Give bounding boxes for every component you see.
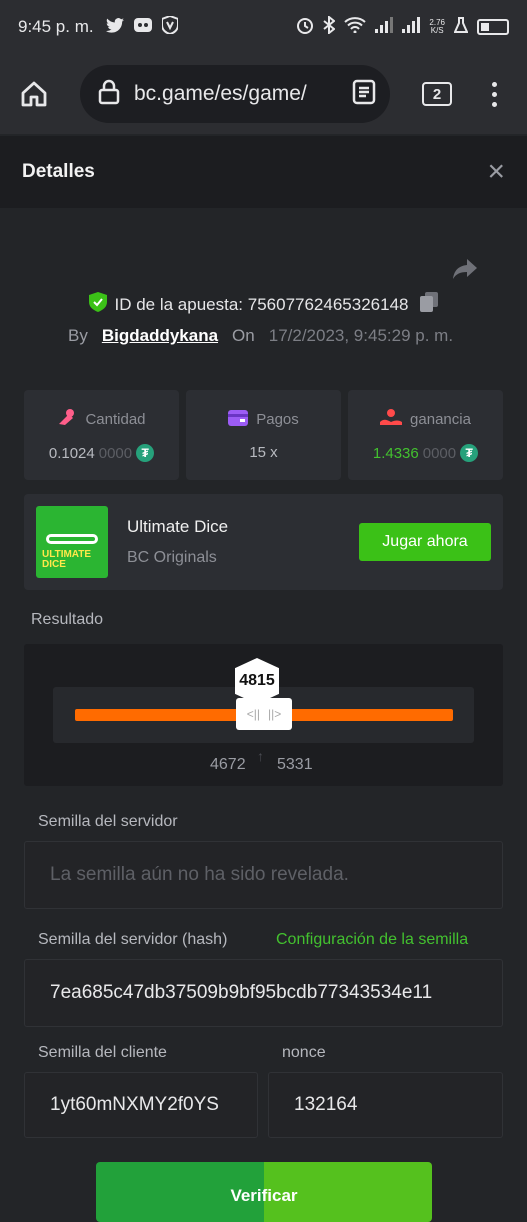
client-seed-field[interactable]: 1yt60mNXMY2f0YS <box>24 1072 258 1138</box>
nonce-label: nonce <box>282 1044 326 1061</box>
alarm-icon <box>296 16 314 38</box>
game-name: Ultimate Dice <box>127 517 229 536</box>
bet-id-row: ID de la apuesta: 75607762465326148 <box>0 292 527 317</box>
thumbnail-title: ULTIMATE DICE <box>42 549 92 570</box>
range-low: 4672 <box>210 756 246 773</box>
verified-shield-icon <box>88 292 107 317</box>
stat-amount: Cantidad 0.1024 0000 ₮ <box>24 390 179 480</box>
stat-amount-value: 0.1024 <box>48 444 95 462</box>
slider-handle-icon: <|| <box>246 707 260 721</box>
range-marker-icon: ↑ <box>257 748 264 764</box>
net-speed-unit: K/S <box>430 26 444 35</box>
stat-amount-value-dim: 0000 <box>98 444 133 462</box>
client-seed-label: Semilla del cliente <box>38 1044 167 1061</box>
stat-amount-label: Cantidad <box>85 410 146 428</box>
wallet-icon <box>228 409 249 430</box>
slider-handle-icon: ||> <box>268 707 282 721</box>
signal-icon <box>375 17 394 37</box>
result-label: Resultado <box>31 611 104 628</box>
by-label: By <box>68 326 88 345</box>
stat-payout: Pagos 15 x <box>186 390 341 480</box>
stat-profit: ganancia 1.4336 0000 ₮ <box>348 390 503 480</box>
close-button[interactable]: × <box>487 157 505 187</box>
status-bar: 9:45 p. m. 2.76 K/S <box>0 0 527 54</box>
play-now-button[interactable]: Jugar ahora <box>359 523 491 561</box>
stat-payout-value: 15 x <box>249 443 278 461</box>
username-link[interactable]: Bigdaddykana <box>102 326 218 346</box>
profit-icon <box>380 408 403 430</box>
battery-icon <box>477 19 509 35</box>
tether-icon: ₮ <box>136 444 155 462</box>
wifi-icon <box>344 17 367 37</box>
tether-icon: ₮ <box>460 444 479 462</box>
verify-button[interactable]: Verificar <box>96 1162 432 1222</box>
home-icon <box>21 81 47 107</box>
result-panel: 4815 <|| ||> ↑ 4672 5331 <box>24 644 503 786</box>
url-bar[interactable]: bc.game/es/game/ <box>80 65 390 123</box>
reader-mode-icon[interactable] <box>352 79 376 110</box>
lock-icon <box>98 79 120 110</box>
browser-menu-button[interactable] <box>492 81 497 107</box>
on-label: On <box>232 326 255 345</box>
share-icon[interactable] <box>452 258 478 285</box>
slider-thumb: <|| ||> <box>236 698 292 730</box>
bet-date: 17/2/2023, 9:45:29 p. m. <box>268 326 454 345</box>
bet-stats: Cantidad 0.1024 0000 ₮ Pagos 15 x gananci… <box>24 390 503 480</box>
stat-profit-value-dim: 0000 <box>422 444 457 462</box>
server-seed-hash-label: Semilla del servidor (hash) <box>38 931 228 948</box>
menu-dot <box>492 101 497 107</box>
game-provider: BC Originals <box>127 549 217 566</box>
flask-icon <box>453 17 469 37</box>
game-card: ULTIMATE DICE Ultimate Dice BC Originals… <box>24 494 503 590</box>
bet-id: ID de la apuesta: 75607762465326148 <box>114 294 409 314</box>
browser-toolbar: bc.game/es/game/ 2 <box>0 54 527 134</box>
stat-payout-label: Pagos <box>256 411 299 428</box>
modal-header: Detalles × <box>0 136 527 208</box>
bet-details: ID de la apuesta: 75607762465326148 By B… <box>0 208 527 1222</box>
bluetooth-icon <box>323 14 337 38</box>
stat-profit-value: 1.4336 <box>372 444 419 462</box>
tab-switcher-button[interactable]: 2 <box>422 82 452 106</box>
range-high: 5331 <box>277 756 313 773</box>
modal-title: Detalles <box>22 161 95 182</box>
game-thumbnail[interactable]: ULTIMATE DICE <box>36 506 108 578</box>
net-speed: 2.76 K/S <box>429 19 445 35</box>
verify-label: Verificar <box>230 1186 298 1205</box>
server-seed-label: Semilla del servidor <box>38 813 178 830</box>
money-bag-icon <box>57 408 77 430</box>
bet-meta: By Bigdaddykana On 17/2/2023, 9:45:29 p.… <box>68 326 453 346</box>
stat-profit-label: ganancia <box>410 410 471 428</box>
url-text[interactable]: bc.game/es/game/ <box>134 82 352 106</box>
seed-settings-link[interactable]: Configuración de la semilla <box>276 931 468 949</box>
nonce-field[interactable]: 132164 <box>268 1072 503 1138</box>
menu-dot <box>492 91 497 97</box>
home-button[interactable] <box>14 74 54 114</box>
twitter-icon <box>105 17 124 37</box>
discord-icon <box>133 17 152 37</box>
menu-dot <box>492 81 497 87</box>
server-seed-field[interactable]: La semilla aún no ha sido revelada. <box>24 841 503 909</box>
server-seed-hash-field[interactable]: 7ea685c47db37509b9bf95bcdb77343534e11 <box>24 959 503 1027</box>
status-time: 9:45 p. m. <box>18 17 94 36</box>
copy-icon[interactable] <box>420 292 439 317</box>
thumbnail-slider-graphic <box>46 534 98 544</box>
signal-icon <box>402 17 421 37</box>
shield-app-icon <box>160 14 179 38</box>
